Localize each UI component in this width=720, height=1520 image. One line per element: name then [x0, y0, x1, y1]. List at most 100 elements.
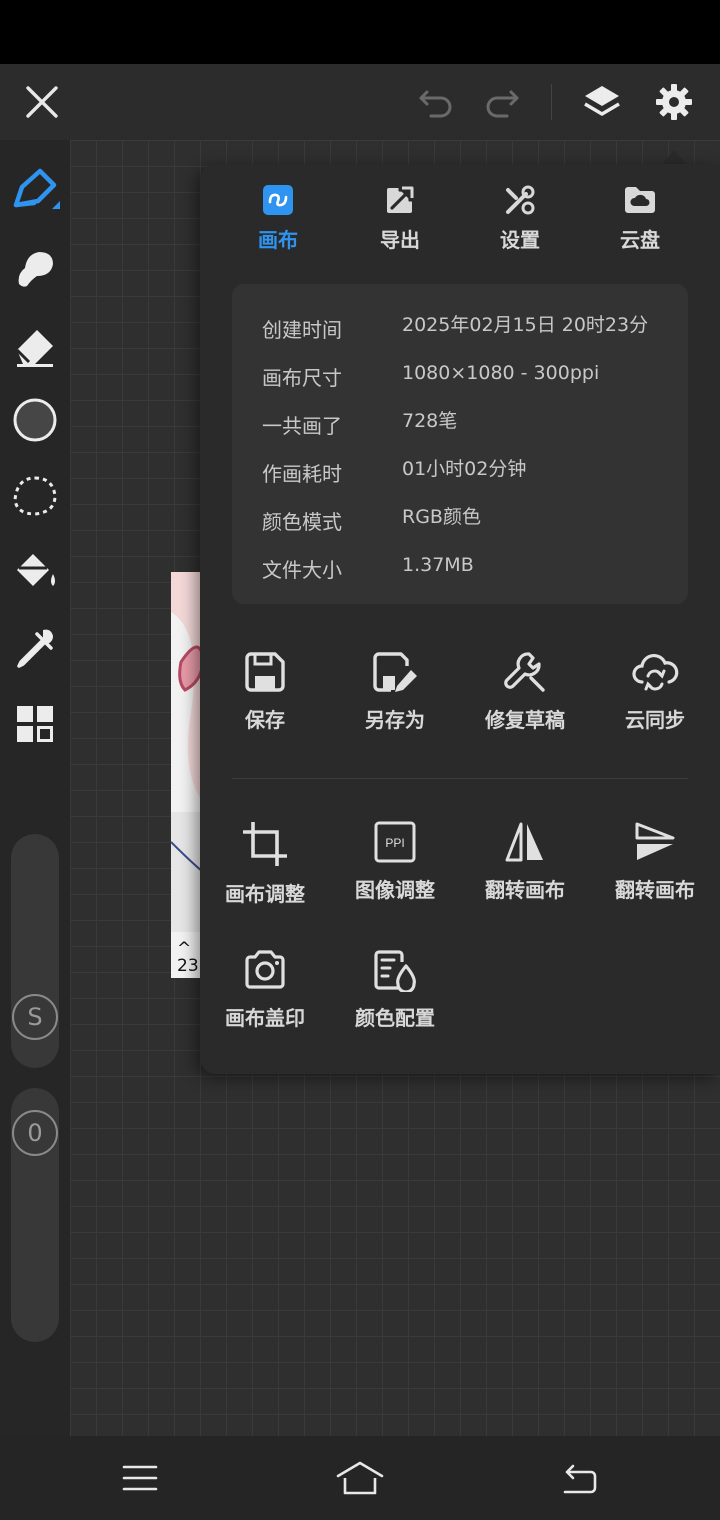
wrench-icon: [504, 652, 545, 692]
color-swatch-icon: [13, 398, 57, 442]
undo-icon: [419, 90, 452, 118]
undo-button[interactable]: [414, 80, 458, 124]
lasso-icon: [13, 476, 57, 516]
cloud-sync-icon: [632, 653, 679, 691]
redo-button[interactable]: [480, 80, 524, 124]
eraser-icon: [15, 330, 53, 367]
save-label: 保存: [245, 708, 285, 732]
save-button[interactable]: 保存: [200, 650, 330, 750]
status-bar: [0, 0, 720, 64]
back-icon: [563, 1464, 597, 1494]
color-profile-label: 颜色配置: [355, 1006, 435, 1030]
canvas-stamp-label: 画布盖印: [225, 1006, 305, 1030]
eyedropper-tool[interactable]: [0, 618, 70, 678]
grid-icon: [17, 706, 53, 742]
info-key: 一共画了: [262, 414, 342, 438]
home-nav-button[interactable]: [330, 1458, 390, 1498]
tab-export-label: 导出: [380, 228, 420, 252]
layers-button[interactable]: [578, 78, 626, 126]
color-profile-button[interactable]: 颜色配置: [330, 948, 460, 1048]
back-nav-button[interactable]: [550, 1458, 610, 1498]
info-value: 728笔: [402, 410, 458, 432]
tab-settings[interactable]: 设置: [470, 184, 570, 264]
flip-vertical-button[interactable]: 翻转画布: [590, 820, 720, 920]
info-value: 1080×1080 - 300ppi: [402, 362, 600, 384]
cloud-sync-label: 云同步: [625, 708, 685, 732]
info-key: 作画耗时: [262, 462, 342, 486]
more-tools[interactable]: [0, 694, 70, 754]
tab-canvas-label: 画布: [258, 228, 298, 252]
canvas-adjust-button[interactable]: 画布调整: [200, 820, 330, 920]
menu-icon: [122, 1465, 158, 1491]
eyedropper-icon: [17, 629, 53, 668]
flip-horizontal-button[interactable]: 翻转画布: [460, 820, 590, 920]
crop-icon: [243, 822, 287, 866]
close-icon: [26, 86, 58, 118]
eraser-tool[interactable]: [0, 316, 70, 376]
ppi-icon: PPI: [374, 821, 416, 863]
fill-tool[interactable]: [0, 542, 70, 602]
tab-cloud-drive[interactable]: 云盘: [590, 184, 690, 264]
export-icon: [387, 186, 414, 213]
close-button[interactable]: [18, 78, 66, 126]
save-as-icon: [373, 652, 417, 692]
panel-pointer: [662, 150, 686, 164]
home-icon: [336, 1461, 384, 1495]
brush-size-handle[interactable]: S: [12, 994, 58, 1040]
repair-draft-button[interactable]: 修复草稿: [460, 650, 590, 750]
info-value: 01小时02分钟: [402, 458, 527, 480]
panel-divider: [232, 778, 688, 779]
settings-button[interactable]: [650, 78, 698, 126]
cloud-drive-icon: [625, 187, 655, 213]
canvas-menu-panel: 画布 导出 设置 云盘 创建时间 2025年02月15日 20时23分 画布尺寸…: [200, 164, 720, 1074]
smudge-icon: [18, 252, 54, 287]
lasso-tool[interactable]: [0, 466, 70, 526]
layers-icon: [584, 86, 620, 116]
tab-export[interactable]: 导出: [350, 184, 450, 264]
system-nav-bar: [0, 1436, 720, 1520]
color-profile-icon: [374, 950, 416, 992]
opacity-label: 0: [27, 1119, 43, 1147]
save-as-button[interactable]: 另存为: [330, 650, 460, 750]
repair-draft-label: 修复草稿: [485, 708, 565, 732]
flip-vertical-icon: [635, 822, 675, 860]
info-value: 1.37MB: [402, 554, 474, 576]
size-label: S: [27, 1003, 43, 1031]
smudge-tool[interactable]: [0, 238, 70, 298]
info-key: 画布尺寸: [262, 366, 342, 390]
tool-sidebar: S 0: [0, 140, 70, 1436]
tab-canvas[interactable]: 画布: [228, 184, 328, 264]
image-adjust-button[interactable]: PPI 图像调整: [330, 820, 460, 920]
artwork-caption: ^ 23: [177, 939, 199, 977]
opacity-handle[interactable]: 0: [12, 1110, 58, 1156]
canvas-info-box: 创建时间 2025年02月15日 20时23分 画布尺寸 1080×1080 -…: [232, 284, 688, 604]
tab-settings-label: 设置: [500, 228, 540, 252]
info-key: 创建时间: [262, 318, 342, 342]
flip-vertical-label: 翻转画布: [615, 878, 695, 902]
settings-tools-icon: [506, 185, 535, 215]
image-adjust-label: 图像调整: [355, 878, 435, 902]
redo-icon: [486, 90, 519, 118]
artwork-caption-number: 23: [177, 956, 199, 976]
tab-cloud-drive-label: 云盘: [620, 228, 660, 252]
top-toolbar: [0, 64, 720, 140]
artwork-canvas[interactable]: ^ 23: [171, 572, 203, 978]
menu-nav-button[interactable]: [110, 1458, 170, 1498]
canvas-stamp-button[interactable]: 画布盖印: [200, 948, 330, 1048]
save-icon: [245, 652, 285, 692]
artwork-caption-arrow: ^: [177, 939, 192, 959]
flip-horizontal-icon: [505, 822, 543, 862]
flip-horizontal-label: 翻转画布: [485, 878, 565, 902]
ppi-badge-text: PPI: [385, 836, 404, 850]
cloud-sync-button[interactable]: 云同步: [590, 650, 720, 750]
brush-tool[interactable]: [0, 160, 70, 220]
info-value: 2025年02月15日 20时23分: [402, 314, 649, 336]
canvas-adjust-label: 画布调整: [225, 882, 305, 906]
color-tool[interactable]: [0, 390, 70, 450]
paint-bucket-icon: [17, 554, 55, 586]
brush-icon: [13, 168, 60, 209]
info-key: 颜色模式: [262, 510, 342, 534]
camera-icon: [245, 950, 285, 989]
artwork-drawing: [171, 572, 203, 932]
save-as-label: 另存为: [365, 708, 425, 732]
